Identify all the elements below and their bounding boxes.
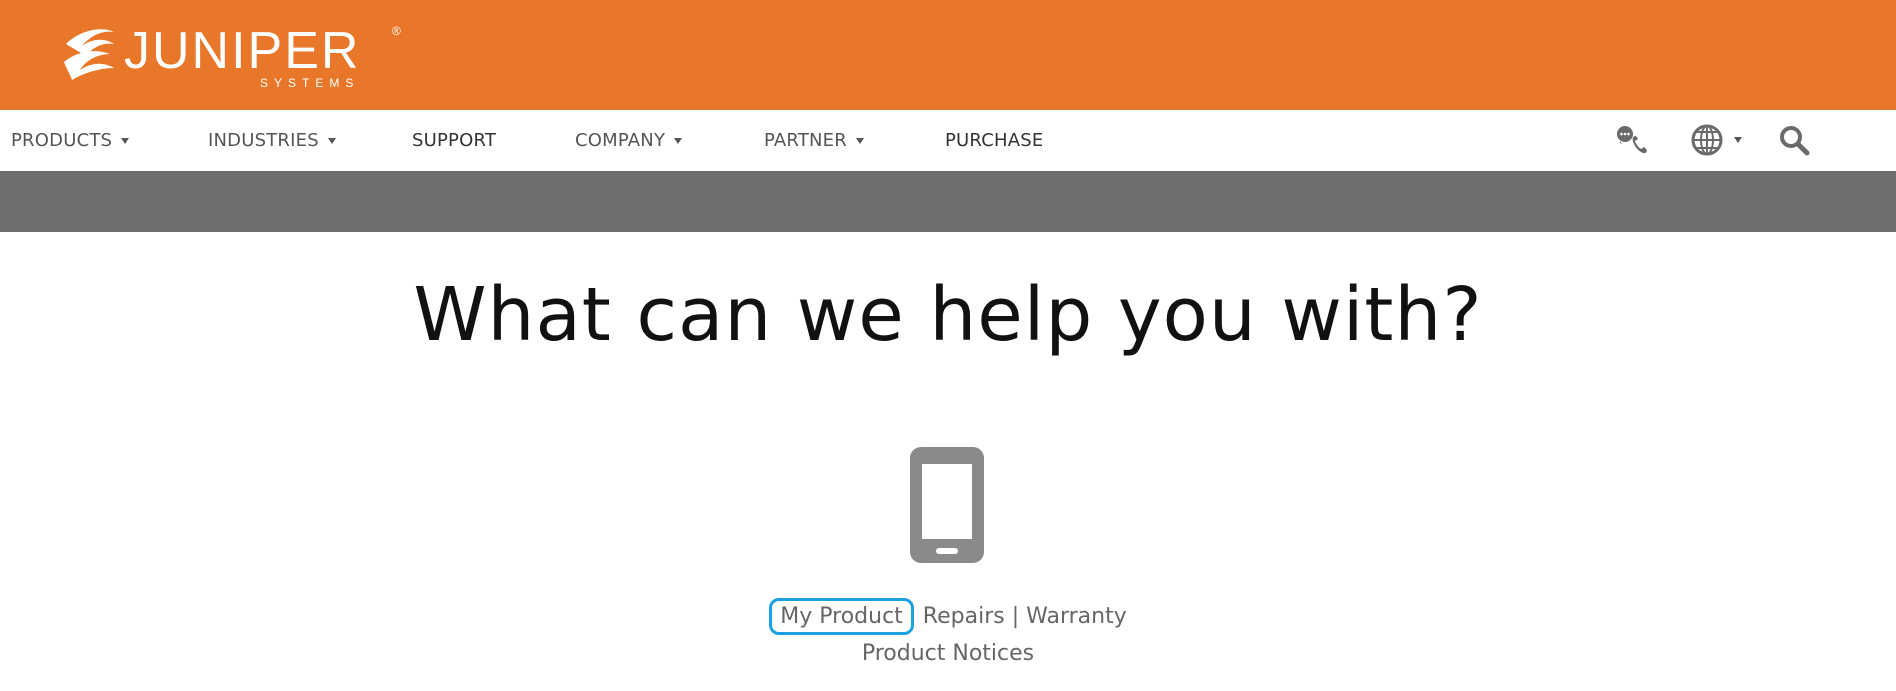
- nav-company[interactable]: COMPANY: [575, 110, 683, 171]
- chevron-down-icon: [855, 137, 864, 144]
- chevron-down-icon: [1734, 137, 1742, 143]
- hero-banner: [0, 171, 1896, 232]
- brand-subtitle: SYSTEMS: [260, 76, 359, 90]
- product-notices-link[interactable]: Product Notices: [862, 641, 1034, 666]
- brand-name: JUNIPER: [124, 22, 360, 80]
- nav-products[interactable]: PRODUCTS: [11, 110, 130, 171]
- main-navigation: PRODUCTS INDUSTRIES SUPPORT COMPANY PART…: [0, 110, 1896, 171]
- chevron-down-icon: [674, 137, 683, 144]
- warranty-link[interactable]: Warranty: [1026, 604, 1127, 629]
- nav-purchase-label: PURCHASE: [945, 130, 1044, 151]
- juniper-systems-logo[interactable]: JUNIPER ® SYSTEMS: [62, 18, 412, 92]
- nav-partner-label: PARTNER: [764, 130, 847, 151]
- nav-partner[interactable]: PARTNER: [764, 110, 864, 171]
- nav-support[interactable]: SUPPORT: [412, 110, 496, 171]
- link-separator: |: [1011, 604, 1020, 629]
- my-product-link[interactable]: My Product: [769, 598, 914, 635]
- product-notices-row: Product Notices: [0, 641, 1896, 666]
- smartphone-icon[interactable]: [910, 447, 984, 563]
- contact-phone-icon[interactable]: [1614, 122, 1650, 158]
- site-header: JUNIPER ® SYSTEMS: [0, 0, 1896, 110]
- globe-icon: [1691, 124, 1723, 156]
- chevron-down-icon: [327, 137, 336, 144]
- nav-industries[interactable]: INDUSTRIES: [208, 110, 336, 171]
- search-icon[interactable]: [1776, 122, 1812, 158]
- page-title: What can we help you with?: [413, 272, 1483, 358]
- nav-company-label: COMPANY: [575, 130, 666, 151]
- chevron-down-icon: [121, 137, 130, 144]
- repairs-link[interactable]: Repairs: [923, 604, 1005, 629]
- nav-purchase[interactable]: PURCHASE: [945, 110, 1043, 171]
- support-links: My Product Repairs | Warranty: [0, 598, 1896, 635]
- nav-industries-label: INDUSTRIES: [208, 130, 319, 151]
- language-selector[interactable]: [1684, 122, 1748, 158]
- nav-support-label: SUPPORT: [412, 130, 497, 151]
- registered-mark: ®: [392, 24, 401, 38]
- nav-products-label: PRODUCTS: [11, 130, 113, 151]
